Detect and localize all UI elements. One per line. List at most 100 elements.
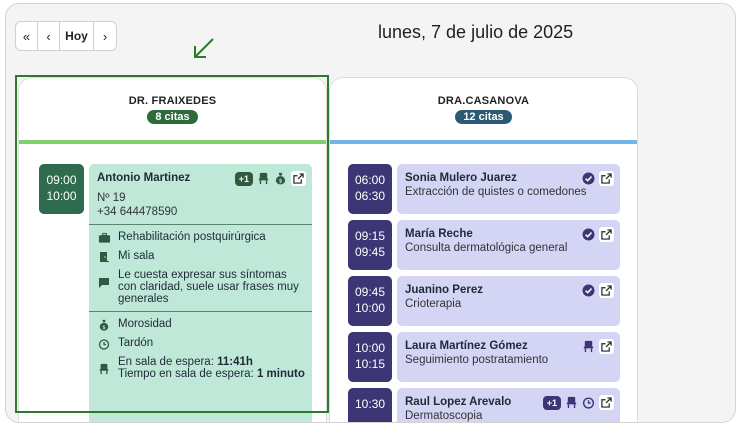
appointment-card[interactable]: María Reche Consulta dermatológica gener…: [397, 220, 620, 270]
waiting-row: En sala de espera: 11:41h Tiempo en sala…: [97, 356, 305, 380]
waiting-label: En sala de espera:: [118, 356, 218, 368]
alarm-clock-icon: [98, 339, 110, 350]
divider: [89, 311, 312, 312]
money-bag-icon: $: [99, 319, 109, 331]
column-accent-bar: [330, 140, 637, 144]
next-button[interactable]: ›: [94, 22, 116, 50]
money-bag-icon: $: [275, 172, 286, 185]
appointment-card[interactable]: Laura Martínez Gómez Seguimiento postrat…: [397, 332, 620, 382]
column-header: DR. FRAIXEDES 8 citas: [19, 78, 326, 140]
alarm-clock-icon: [582, 397, 595, 409]
time-slot[interactable]: 09:45 10:00: [348, 276, 392, 326]
appointment-card[interactable]: Antonio Martinez +1 $ Nº 19 +34 64447859…: [89, 164, 312, 422]
start-time: 09:15: [354, 229, 386, 243]
patient-name: Sonia Mulero Juarez: [405, 172, 517, 184]
start-time: 09:00: [46, 173, 77, 187]
end-time: 06:30: [354, 189, 386, 203]
external-link-icon[interactable]: [291, 171, 306, 186]
room-row: Mi sala: [97, 250, 304, 263]
start-time: 10:30: [354, 397, 386, 411]
waiting-label: Tiempo en sala de espera:: [118, 368, 257, 380]
waiting-value: 11:41h: [217, 356, 253, 368]
doctor-name: DRA.CASANOVA: [437, 95, 530, 107]
card-icons: [582, 339, 614, 354]
waiting-info: En sala de espera: 11:41h Tiempo en sala…: [118, 356, 305, 380]
external-link-icon[interactable]: [599, 395, 614, 410]
service-text: Crioterapia: [405, 298, 462, 310]
external-link-icon[interactable]: [599, 171, 614, 186]
service-text: Consulta dermatológica general: [405, 242, 568, 254]
service-text: Extracción de quistes o comedones: [405, 186, 587, 198]
calendar-frame: « ‹ Hoy › lunes, 7 de julio de 2025 DR. …: [5, 3, 736, 423]
check-circle-icon: [582, 228, 595, 241]
end-time: 10:00: [46, 189, 77, 203]
extra-badge[interactable]: +1: [234, 171, 253, 186]
card-icons: [582, 227, 614, 242]
divider: [89, 224, 312, 225]
time-slot[interactable]: 09:15 09:45: [348, 220, 392, 270]
service-text: Rehabilitación postquirúrgica: [118, 231, 266, 243]
service-text: Dermatoscopia: [405, 410, 483, 422]
room-text: Mi sala: [118, 250, 155, 262]
date-title: lunes, 7 de julio de 2025: [378, 22, 574, 42]
external-link-icon[interactable]: [599, 339, 614, 354]
service-text: Seguimiento postratamiento: [405, 354, 549, 366]
doctor-column-fraixedes: DR. FRAIXEDES 8 citas 09:00 10:00 Antoni…: [18, 77, 327, 422]
flag-late-row: Tardón: [97, 337, 304, 350]
external-link-icon[interactable]: [599, 283, 614, 298]
service-row: Rehabilitación postquirúrgica: [97, 231, 304, 244]
card-icons: +1 $: [234, 171, 306, 186]
check-circle-icon: [582, 172, 595, 185]
flag-text: Morosidad: [118, 318, 172, 330]
appointment-card[interactable]: Juanino Perez Crioterapia: [397, 276, 620, 326]
comment-text: Le cuesta expresar sus síntomas con clar…: [118, 269, 299, 305]
appointment-count-badge: 12 citas: [455, 110, 512, 124]
external-link-icon[interactable]: [599, 227, 614, 242]
start-time: 09:45: [354, 285, 386, 299]
doctor-column-casanova: DRA.CASANOVA 12 citas 06:00 06:30 Sonia …: [329, 77, 638, 422]
time-slot[interactable]: 10:00 10:15: [348, 332, 392, 382]
briefcase-medical-icon: [98, 232, 110, 243]
card-icons: +1: [542, 395, 614, 410]
chair-icon: [99, 363, 109, 375]
card-icons: [582, 283, 614, 298]
prev-button[interactable]: ‹: [38, 22, 60, 50]
time-slot[interactable]: 06:00 06:30: [348, 164, 392, 214]
time-slot[interactable]: 10:30: [348, 388, 392, 422]
doctor-name: DR. FRAIXEDES: [128, 95, 217, 107]
time-slot[interactable]: 09:00 10:00: [39, 164, 84, 214]
chair-icon: [566, 396, 577, 409]
column-header: DRA.CASANOVA 12 citas: [330, 78, 637, 140]
comment-icon: [99, 278, 109, 288]
svg-text:$: $: [279, 179, 283, 185]
first-button[interactable]: «: [16, 22, 38, 50]
today-button[interactable]: Hoy: [60, 22, 94, 50]
flag-text: Tardón: [118, 337, 154, 349]
end-time: 10:00: [354, 301, 386, 315]
svg-text:$: $: [102, 325, 105, 331]
door-icon: [100, 252, 109, 262]
column-accent-bar: [19, 140, 326, 144]
date-navigation: « ‹ Hoy ›: [15, 21, 117, 51]
card-icons: [582, 171, 614, 186]
extra-badge[interactable]: +1: [542, 395, 561, 410]
patient-name: Laura Martínez Gómez: [405, 340, 528, 352]
start-time: 10:00: [354, 341, 386, 355]
arrow-annotation-icon: [194, 38, 214, 58]
patient-name: María Reche: [405, 228, 473, 240]
end-time: 09:45: [354, 245, 386, 259]
patient-name: Juanino Perez: [405, 284, 483, 296]
chair-icon: [258, 172, 269, 185]
appointment-card[interactable]: Raul Lopez Arevalo Dermatoscopia +1: [397, 388, 620, 422]
flag-debt-row: $ Morosidad: [97, 318, 304, 331]
appointment-count-badge: 8 citas: [147, 110, 198, 124]
waiting-value: 1 minuto: [256, 368, 305, 380]
patient-number: Nº 19: [97, 192, 126, 204]
appointment-card[interactable]: Sonia Mulero Juarez Extracción de quiste…: [397, 164, 620, 214]
check-circle-icon: [582, 284, 595, 297]
chair-icon: [583, 340, 594, 353]
end-time: 10:15: [354, 357, 386, 371]
patient-phone: +34 644478590: [97, 206, 178, 218]
comment-row: Le cuesta expresar sus síntomas con clar…: [97, 269, 304, 305]
start-time: 06:00: [354, 173, 386, 187]
